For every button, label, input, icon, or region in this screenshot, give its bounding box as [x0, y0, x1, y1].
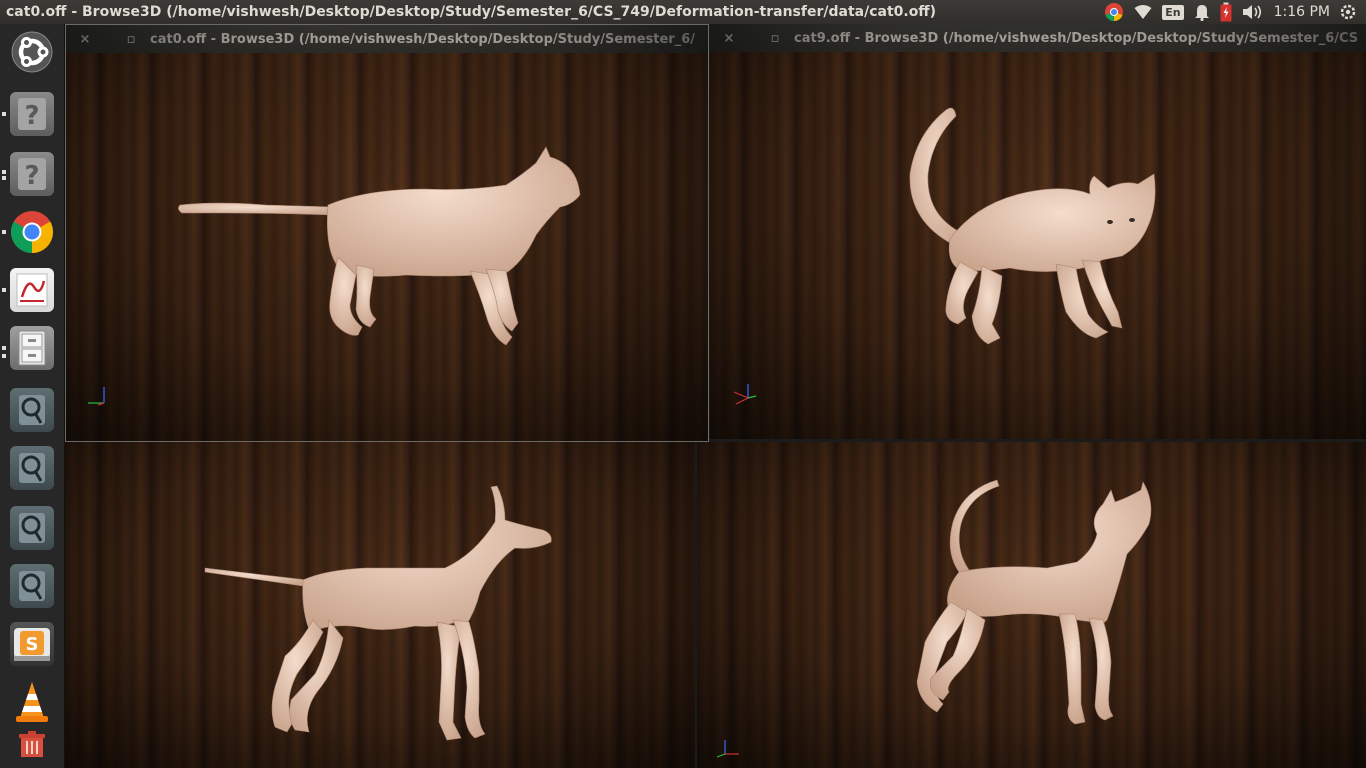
question-mark-icon: ? [18, 98, 46, 131]
sublime-text-launcher[interactable]: S [10, 622, 54, 666]
browse3d-launcher-4[interactable] [10, 564, 54, 608]
ubuntu-dash-button[interactable] [10, 30, 54, 74]
battery-icon[interactable] [1220, 0, 1232, 24]
notification-bell-icon[interactable] [1194, 0, 1210, 24]
dog-mesh-standing-side [204, 485, 552, 741]
browse3d-window-cat0[interactable]: × ▫ cat0.off - Browse3D (/home/vishwesh/… [65, 24, 709, 442]
active-window-title: cat0.off - Browse3D (/home/vishwesh/Desk… [6, 4, 937, 20]
vlc-launcher[interactable] [10, 680, 54, 724]
browse3d-icon [19, 571, 45, 601]
dog-mesh-tail-up [916, 479, 1152, 725]
svg-text:?: ? [24, 161, 39, 191]
axis-gizmo [88, 387, 105, 406]
ubuntu-logo-icon [11, 31, 53, 73]
browse3d-icon [19, 395, 45, 425]
sublime-text-icon: S [14, 628, 50, 661]
power-gear-icon[interactable] [1340, 0, 1356, 24]
launcher: ? ? S [0, 24, 65, 768]
system-tray: En 1:16 PM [1104, 0, 1366, 24]
question-mark-icon: ? [18, 158, 46, 191]
chrome-icon[interactable] [1104, 0, 1124, 24]
document-viewer-icon [16, 273, 48, 307]
svg-text:?: ? [24, 101, 39, 131]
axis-gizmo [733, 384, 757, 405]
vlc-cone-icon [16, 682, 48, 722]
volume-icon[interactable] [1242, 0, 1264, 24]
trash-icon [19, 731, 45, 757]
axis-gizmo [716, 740, 739, 758]
wifi-icon[interactable] [1134, 0, 1152, 24]
document-viewer-launcher[interactable] [10, 268, 54, 312]
svg-text:S: S [26, 634, 39, 655]
chrome-launcher[interactable] [10, 210, 54, 254]
browse3d-icon [19, 513, 45, 543]
trash-launcher[interactable] [10, 728, 54, 762]
cat-mesh-standing-side [178, 146, 581, 346]
browse3d-icon [19, 453, 45, 483]
browse3d-window-cat9[interactable]: × ▫ cat9.off - Browse3D (/home/vishwesh/… [710, 24, 1366, 439]
browse3d-launcher-1[interactable] [10, 388, 54, 432]
cat-mesh-tail-up [909, 107, 1156, 345]
browse3d-launcher-2[interactable] [10, 446, 54, 490]
keyboard-layout-indicator[interactable]: En [1162, 0, 1184, 24]
unknown-app-launcher-2[interactable]: ? [10, 152, 54, 196]
browse3d-launcher-3[interactable] [10, 506, 54, 550]
top-panel: cat0.off - Browse3D (/home/vishwesh/Desk… [0, 0, 1366, 24]
file-manager-launcher[interactable] [10, 326, 54, 370]
unknown-app-launcher-1[interactable]: ? [10, 92, 54, 136]
browse3d-viewport-dog-side[interactable] [65, 442, 695, 768]
file-cabinet-icon [18, 330, 46, 366]
browse3d-viewport-dog-tail-up[interactable] [697, 442, 1366, 768]
clock[interactable]: 1:16 PM [1274, 4, 1330, 20]
chrome-icon [10, 211, 54, 253]
